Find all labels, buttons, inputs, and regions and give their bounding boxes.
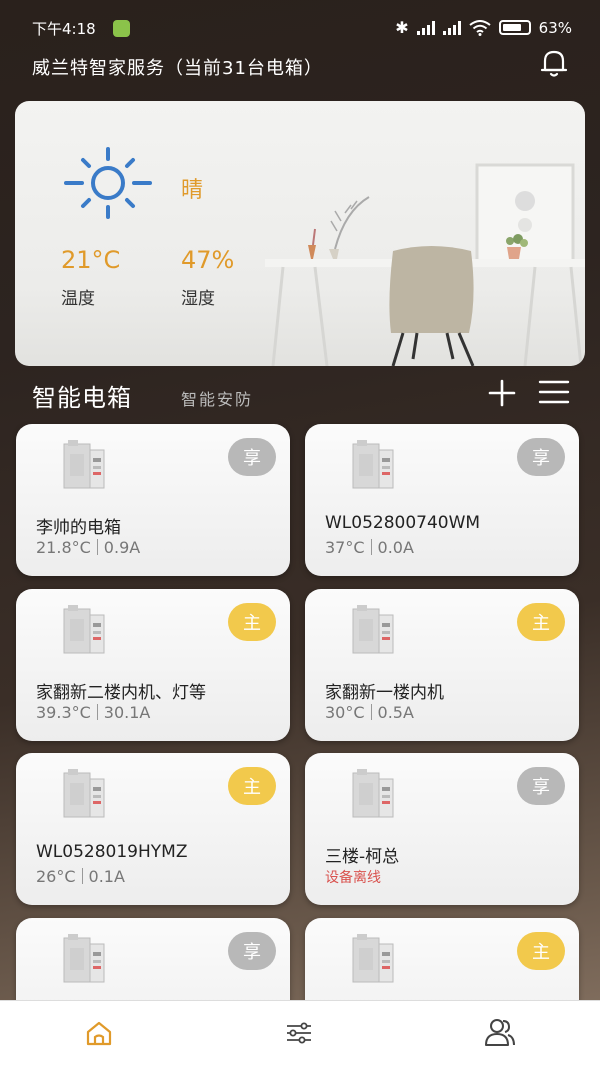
electrical-box-icon	[63, 934, 105, 983]
battery-icon	[498, 20, 531, 35]
device-stats: 39.3°C 30.1A	[36, 703, 150, 722]
device-name: 家翻新二楼内机、灯等	[36, 683, 206, 703]
device-current: 30.1A	[103, 703, 151, 722]
download-icon	[113, 20, 130, 37]
status-bar: 下午4:18 ✱ 63%	[0, 0, 600, 56]
electrical-box-icon	[63, 605, 105, 654]
electrical-box-icon	[352, 440, 394, 489]
home-icon[interactable]	[85, 1019, 113, 1047]
electrical-box-icon	[352, 605, 394, 654]
device-stats: 26°C 0.1A	[36, 867, 125, 886]
stats-divider	[370, 539, 372, 555]
weather-condition: 晴	[181, 178, 204, 203]
device-card[interactable]: 享 WL052800740WM 37°C 0.0A	[305, 424, 579, 576]
sliders-icon[interactable]	[285, 1019, 313, 1047]
tab-smart-security[interactable]: 智能安防	[181, 386, 253, 410]
device-name: 家翻新一楼内机	[325, 683, 444, 703]
device-current: 0.5A	[377, 703, 414, 722]
electrical-box-icon	[63, 440, 105, 489]
device-name: 李帅的电箱	[36, 518, 121, 538]
shared-badge: 享	[228, 438, 276, 476]
tab-smart-box[interactable]: 智能电箱	[32, 378, 132, 413]
battery-level: 63%	[538, 18, 572, 37]
status-time: 下午4:18	[32, 20, 96, 38]
shared-badge: 享	[517, 438, 565, 476]
device-name: WL0528019HYMZ	[36, 842, 188, 862]
stats-divider	[370, 704, 372, 720]
device-status-offline: 设备离线	[325, 870, 381, 886]
device-stats: 30°C 0.5A	[325, 703, 414, 722]
wifi-icon	[469, 19, 491, 36]
stats-divider	[96, 704, 98, 720]
device-temperature: 30°C	[325, 703, 365, 722]
sunny-icon	[64, 147, 152, 219]
device-stats: 21.8°C 0.9A	[36, 538, 140, 557]
device-card[interactable]: 主家翻新一楼内机 30°C 0.5A	[305, 589, 579, 741]
device-card[interactable]: 享三楼-柯总设备离线	[305, 753, 579, 905]
electrical-box-icon	[63, 769, 105, 818]
app-title: 威兰特智家服务（当前31台电箱）	[32, 58, 323, 79]
owner-badge: 主	[228, 767, 276, 805]
device-current: 0.9A	[103, 538, 141, 557]
shared-badge: 享	[517, 767, 565, 805]
owner-badge: 主	[228, 603, 276, 641]
signal-icon	[416, 20, 435, 35]
device-card[interactable]: 主 WL0528019HYMZ 26°C 0.1A	[16, 753, 290, 905]
shared-badge: 享	[228, 932, 276, 970]
humidity-label: 湿度	[181, 289, 215, 309]
electrical-box-icon	[352, 769, 394, 818]
device-stats: 37°C 0.0A	[325, 538, 414, 557]
notification-bell-icon[interactable]	[537, 46, 571, 80]
owner-badge: 主	[517, 603, 565, 641]
device-name: 三楼-柯总	[325, 847, 400, 867]
device-current: 0.1A	[88, 867, 125, 886]
people-icon[interactable]	[484, 1017, 516, 1047]
room-illustration	[265, 163, 585, 366]
temperature-label: 温度	[61, 289, 95, 309]
temperature-value: 21°C	[61, 246, 121, 274]
device-card[interactable]: 享李帅的电箱 21.8°C 0.9A	[16, 424, 290, 576]
signal-hd-icon	[442, 20, 461, 35]
electrical-box-icon	[352, 934, 394, 983]
owner-badge: 主	[517, 932, 565, 970]
status-indicators: ✱ 63%	[395, 18, 572, 37]
device-temperature: 26°C	[36, 867, 76, 886]
device-card[interactable]: 主家翻新二楼内机、灯等 39.3°C 30.1A	[16, 589, 290, 741]
humidity-value: 47%	[181, 246, 235, 274]
bluetooth-icon: ✱	[395, 18, 409, 37]
device-temperature: 37°C	[325, 538, 365, 557]
weather-card	[15, 101, 585, 366]
device-temperature: 21.8°C	[36, 538, 91, 557]
device-temperature: 39.3°C	[36, 703, 91, 722]
menu-icon[interactable]	[538, 378, 570, 406]
add-icon[interactable]	[487, 378, 517, 408]
stats-divider	[96, 539, 98, 555]
device-name: WL052800740WM	[325, 513, 481, 533]
stats-divider	[81, 868, 83, 884]
bottom-nav	[0, 1000, 600, 1067]
device-current: 0.0A	[377, 538, 414, 557]
